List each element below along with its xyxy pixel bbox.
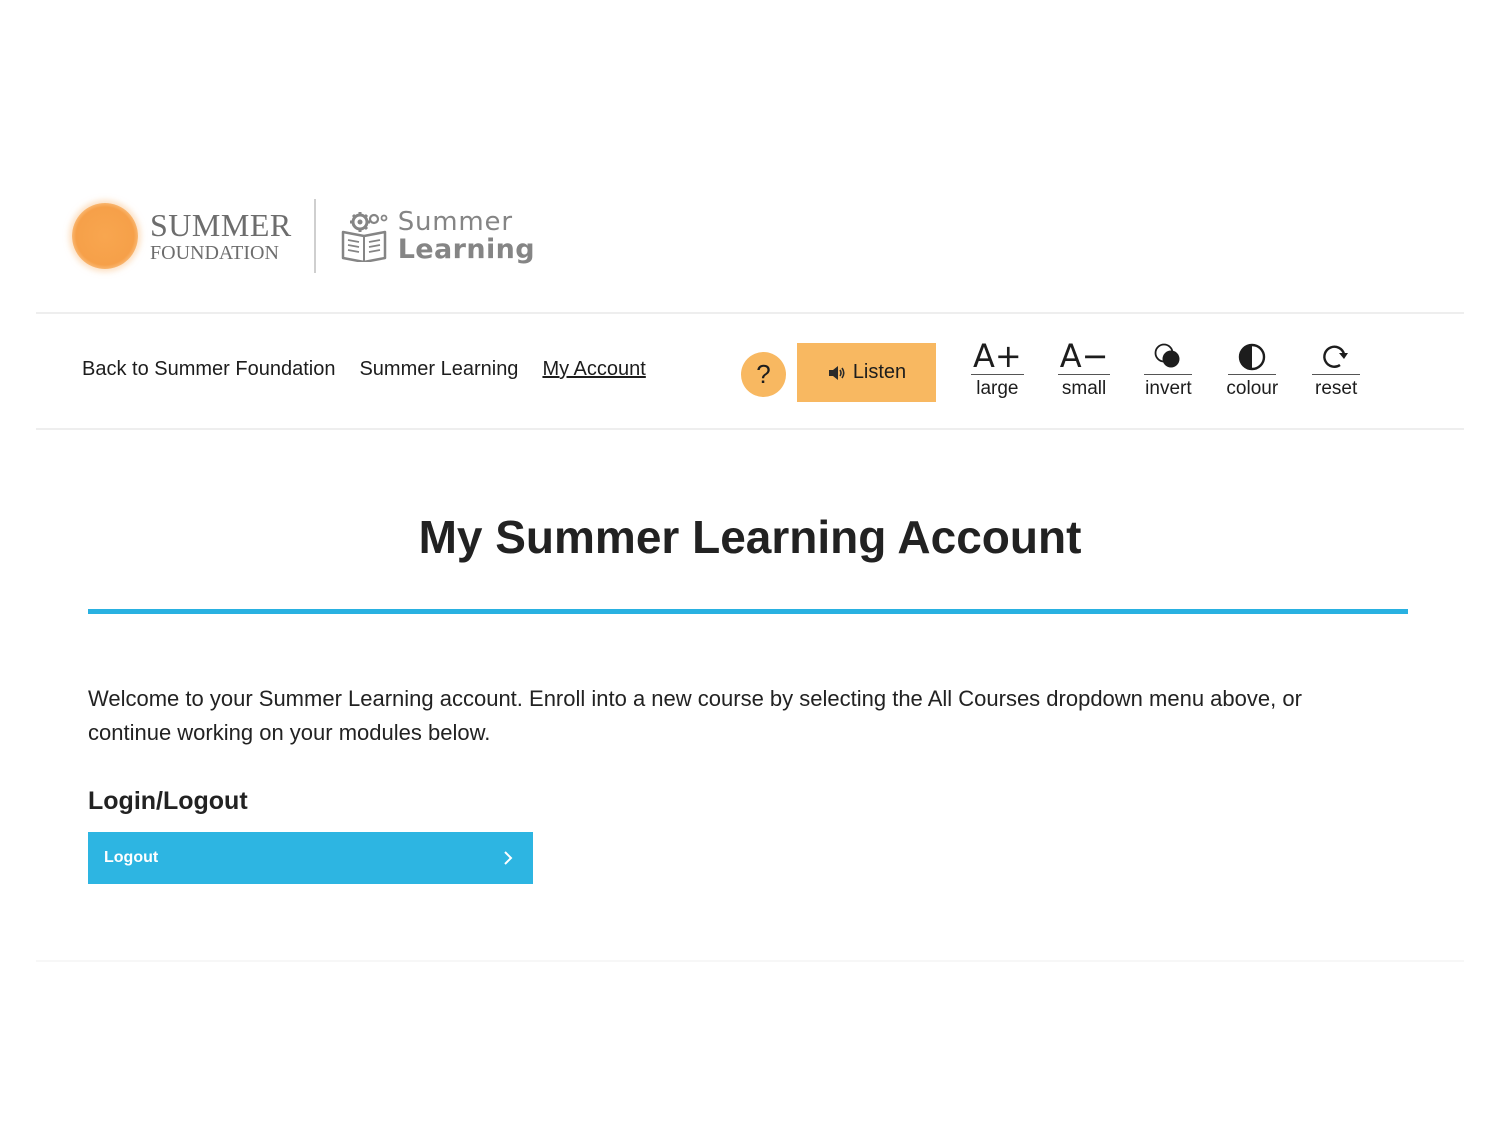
invert-icon xyxy=(1144,336,1193,375)
nav-link-summer-learning[interactable]: Summer Learning xyxy=(359,358,518,381)
summer-learning-wordmark: Summer Learning xyxy=(398,209,535,263)
welcome-text: Welcome to your Summer Learning account.… xyxy=(88,686,1302,745)
logout-button[interactable]: Logout xyxy=(88,832,533,884)
login-logout-heading: Login/Logout xyxy=(88,787,248,815)
learning-line1: Summer xyxy=(397,207,513,237)
foundation-line1: SUMMER xyxy=(150,207,292,243)
footer-divider xyxy=(36,960,1464,962)
contrast-icon xyxy=(1228,336,1277,375)
text-large-label: large xyxy=(976,378,1019,399)
page-title: My Summer Learning Account xyxy=(418,511,1082,563)
colour-label: colour xyxy=(1226,378,1279,399)
logo-area: SUMMER FOUNDATION Summer Learning xyxy=(72,196,535,276)
top-navbar: Back to Summer Foundation Summer Learnin… xyxy=(36,312,1464,430)
foundation-line2: FOUNDATION xyxy=(150,242,279,264)
book-gear-icon xyxy=(341,212,388,262)
nav-links: Back to Summer Foundation Summer Learnin… xyxy=(82,358,646,381)
text-large-glyph: A+ xyxy=(971,337,1024,375)
title-divider xyxy=(88,609,1408,614)
accessibility-tools: A+ large A− small invert colour reset xyxy=(971,336,1394,400)
listen-button[interactable]: Listen xyxy=(797,343,936,402)
refresh-icon xyxy=(1312,336,1361,375)
text-small-label: small xyxy=(1061,378,1107,399)
reset-button[interactable]: reset xyxy=(1312,336,1361,400)
colour-button[interactable]: colour xyxy=(1226,336,1278,400)
summer-foundation-wordmark: SUMMER FOUNDATION xyxy=(150,209,292,263)
nav-link-my-account[interactable]: My Account xyxy=(542,358,645,381)
text-large-button[interactable]: A+ large xyxy=(971,336,1024,400)
learning-line2: Learning xyxy=(397,234,535,265)
logout-label: Logout xyxy=(104,849,159,866)
reset-label: reset xyxy=(1315,378,1358,399)
listen-label: Listen xyxy=(852,361,907,383)
speaker-icon xyxy=(828,365,845,380)
help-button[interactable]: ? xyxy=(741,352,786,397)
text-small-glyph: A− xyxy=(1057,337,1111,375)
chevron-right-icon xyxy=(504,851,513,865)
summer-foundation-sun-logo xyxy=(72,203,138,269)
invert-label: invert xyxy=(1145,378,1192,399)
text-small-button[interactable]: A− small xyxy=(1057,336,1111,400)
nav-link-back-to-summer-foundation[interactable]: Back to Summer Foundation xyxy=(82,358,335,381)
invert-button[interactable]: invert xyxy=(1144,336,1193,400)
logo-divider xyxy=(313,199,316,273)
